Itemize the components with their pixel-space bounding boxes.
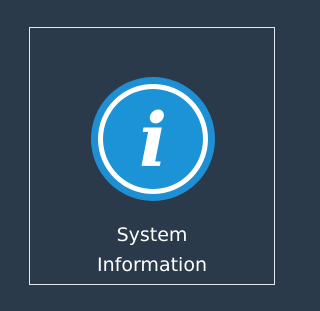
tile-label-line2: Information (97, 254, 207, 276)
info-icon: i (88, 74, 218, 204)
info-glyph: i (139, 98, 167, 184)
tile-label: System Information (30, 220, 274, 280)
desktop-background: i System Information (0, 0, 303, 311)
system-information-tile[interactable]: i System Information (29, 27, 275, 285)
tile-label-line1: System (116, 224, 188, 246)
